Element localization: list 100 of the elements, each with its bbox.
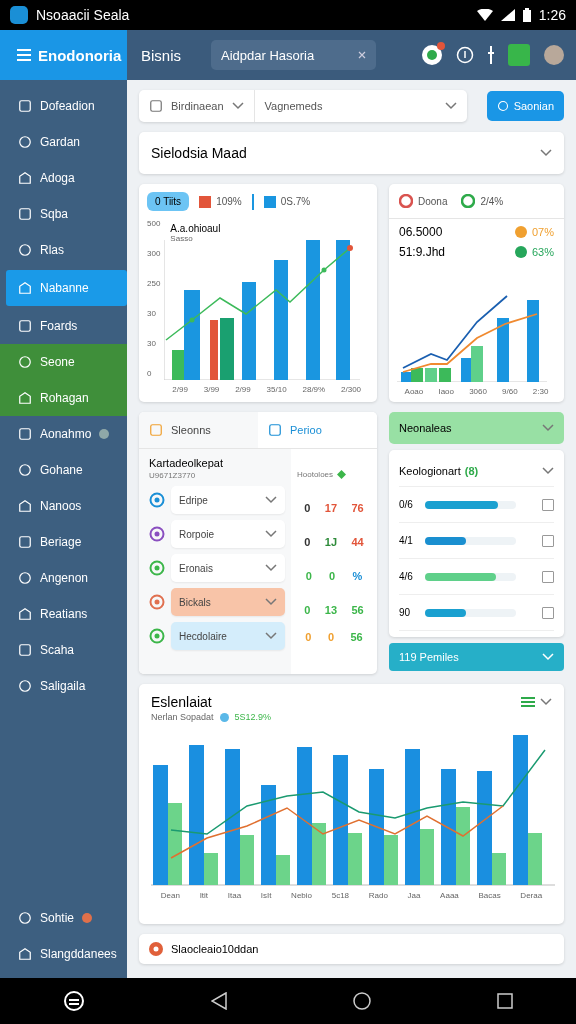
value-cell: 1J xyxy=(324,536,338,548)
house-icon xyxy=(18,391,32,405)
sidebar-item[interactable]: Sohtie xyxy=(0,900,127,936)
progress-label: 0/6 xyxy=(399,499,414,510)
axis-tick-label: 28/9% xyxy=(302,385,326,394)
folder-icon xyxy=(149,423,163,437)
axis-tick-label: 2/300 xyxy=(341,385,362,394)
list-item[interactable]: Rorpoie xyxy=(171,520,285,548)
chart-bar xyxy=(411,368,423,382)
pin-icon[interactable] xyxy=(488,46,494,64)
circle-icon xyxy=(496,100,509,112)
axis-tick-label: 30 xyxy=(147,339,157,348)
change-value: 07% xyxy=(531,226,554,238)
chart-bar xyxy=(439,368,451,382)
sidebar-item[interactable]: Reatians xyxy=(0,596,127,632)
sidebar-item[interactable]: Nanoos xyxy=(0,488,127,524)
circle-icon xyxy=(18,135,32,149)
avatar[interactable] xyxy=(544,45,564,65)
sidebar-item[interactable]: Gardan xyxy=(0,124,127,160)
sidebar-item[interactable]: Scaha xyxy=(0,632,127,668)
info-icon[interactable] xyxy=(456,46,474,64)
filter-dropdown[interactable]: Vagnemeds xyxy=(253,90,467,122)
circle-icon xyxy=(18,571,32,585)
legend-label: 109% xyxy=(216,196,242,207)
axis-tick-label: 2:30 xyxy=(532,387,549,396)
sidebar-item[interactable]: Foards xyxy=(0,308,127,344)
progress-label: 4/6 xyxy=(399,571,414,582)
chevron-down-icon xyxy=(540,149,552,157)
list-item[interactable]: Edripe xyxy=(171,486,285,514)
tab[interactable]: Perioo xyxy=(258,412,377,448)
close-icon[interactable] xyxy=(358,51,366,59)
chevron-down-icon xyxy=(265,632,277,640)
sidebar-item[interactable]: Rlas xyxy=(0,232,127,268)
sidebar-item[interactable]: Rohagan xyxy=(0,380,127,416)
list-item[interactable]: Eronais xyxy=(171,554,285,582)
tab[interactable]: Sleonns xyxy=(139,412,258,448)
chevron-down-icon xyxy=(542,653,554,661)
home-icon[interactable] xyxy=(353,992,371,1010)
circle-icon xyxy=(18,243,32,257)
checkbox[interactable] xyxy=(542,498,554,511)
chart-title: A.a.ohioaul xyxy=(170,223,221,234)
value-cell: 44 xyxy=(351,536,364,548)
date-dropdown[interactable]: Birdinaean xyxy=(139,90,254,122)
chart-subtitle: Nerlan Sopadat xyxy=(151,712,214,722)
filter-chip[interactable]: 0 Tiits xyxy=(147,192,190,211)
sidebar-item[interactable]: Adoga xyxy=(0,160,127,196)
chart-value: 5S12.9% xyxy=(234,712,272,722)
circle-icon xyxy=(18,911,32,925)
sidebar-item[interactable]: Seone xyxy=(0,344,127,380)
axis-tick-label: Iaoo xyxy=(438,387,454,396)
list-item[interactable]: Bickals xyxy=(171,588,285,616)
section-header[interactable]: Neonaleas xyxy=(389,412,564,444)
summary-card[interactable]: Sielodsia Maad xyxy=(139,132,564,174)
chevron-down-icon xyxy=(444,102,457,110)
data-point xyxy=(321,267,327,273)
axis-tick-label: 9/60 xyxy=(502,387,518,396)
axis-tick-label: Itaa xyxy=(227,891,242,900)
circle-icon xyxy=(18,463,32,477)
chart-bar xyxy=(497,318,509,382)
house-icon xyxy=(18,281,32,295)
panel-subtitle: U9671Z3770 xyxy=(149,471,197,480)
clock-time: 1:26 xyxy=(538,7,566,23)
sidebar-item[interactable]: Beriage xyxy=(0,524,127,560)
search-field[interactable]: Aidpdar Hasoria xyxy=(211,40,376,70)
sidebar-item[interactable]: Gohane xyxy=(0,452,127,488)
sidebar-item[interactable]: Sqba xyxy=(0,196,127,232)
axis-tick-label: Dean xyxy=(160,891,180,900)
axis-tick-label: 250 xyxy=(147,279,161,288)
list-item[interactable]: Hecdolaire xyxy=(171,622,285,650)
list-title: Keologionart (8) xyxy=(399,465,479,477)
chevron-down-icon xyxy=(265,530,277,538)
axis-tick-label: 5c18 xyxy=(331,891,350,900)
value-cell: 76 xyxy=(351,502,364,514)
recents-icon[interactable] xyxy=(497,993,513,1009)
sidebar-item[interactable]: Saligaila xyxy=(0,668,127,704)
value-cell: 0 xyxy=(327,631,334,643)
house-icon xyxy=(18,607,32,621)
square-icon xyxy=(18,319,32,333)
menu-icon[interactable] xyxy=(521,696,535,708)
axis-tick-label: 30 xyxy=(147,309,157,318)
checkbox[interactable] xyxy=(542,606,554,619)
calendar-icon xyxy=(149,99,163,113)
chart-bar xyxy=(425,368,437,382)
value-cell: 56 xyxy=(350,631,363,643)
sidebar-item[interactable]: Slangddanees xyxy=(0,936,127,972)
app-tile-icon[interactable] xyxy=(508,44,530,66)
logo-icon[interactable] xyxy=(63,990,85,1012)
progress-label: 4/1 xyxy=(399,535,414,546)
sidebar-item[interactable]: Aonahmo xyxy=(0,416,127,452)
axis-tick-label: Aaaa xyxy=(440,891,459,900)
sidebar-item[interactable]: Dofeadion xyxy=(0,88,127,124)
sidebar-item[interactable]: Angenon xyxy=(0,560,127,596)
square-icon xyxy=(268,423,282,437)
notification-icon[interactable] xyxy=(422,45,442,65)
back-icon[interactable] xyxy=(211,992,227,1010)
checkbox[interactable] xyxy=(542,534,554,547)
house-icon xyxy=(18,171,32,185)
checkbox[interactable] xyxy=(542,570,554,583)
circle-icon xyxy=(18,679,32,693)
house-icon xyxy=(18,499,32,513)
